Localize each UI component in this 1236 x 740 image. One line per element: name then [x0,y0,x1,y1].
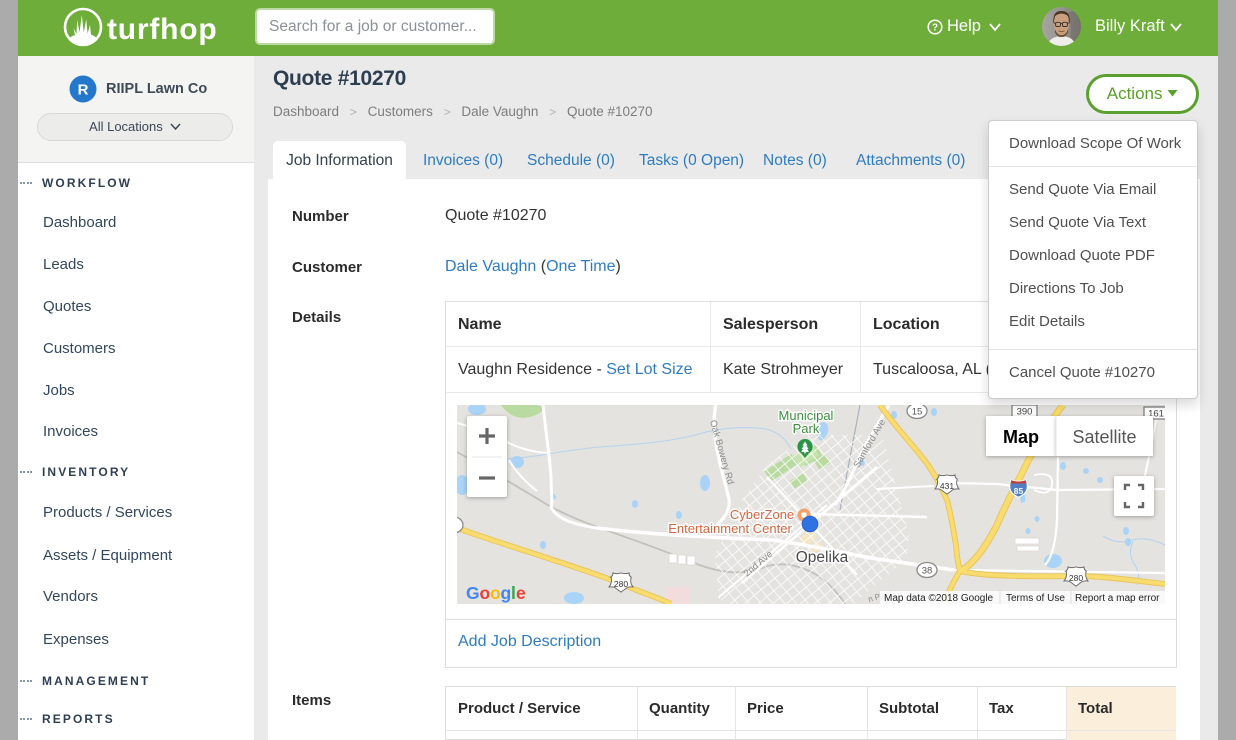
svg-text:431: 431 [940,481,954,491]
svg-text:390: 390 [1017,407,1033,418]
svg-text:e: e [516,583,526,603]
svg-text:15: 15 [912,407,923,418]
svg-text:o: o [490,583,500,603]
svg-text:38: 38 [922,566,933,577]
svg-text:o: o [480,583,490,603]
svg-text:Map data ©2018 Google: Map data ©2018 Google [884,593,994,604]
svg-text:Map: Map [1003,427,1039,447]
svg-text:CyberZone: CyberZone [730,507,794,522]
svg-text:Report a map error: Report a map error [1075,593,1160,604]
svg-text:Park: Park [793,421,820,436]
svg-text:280: 280 [614,579,628,589]
svg-text:g: g [501,583,511,603]
svg-text:Satellite: Satellite [1072,427,1136,447]
svg-text:R: R [78,82,89,99]
svg-text:l: l [511,583,515,603]
svg-text:85: 85 [1014,486,1024,496]
svg-text:G: G [466,583,479,603]
svg-text:Entertainment Center: Entertainment Center [668,521,792,536]
svg-text:Opelika: Opelika [796,549,849,566]
svg-text:Terms of Use: Terms of Use [1006,593,1065,604]
svg-text:280: 280 [1069,573,1083,583]
svg-text:?: ? [932,23,938,34]
